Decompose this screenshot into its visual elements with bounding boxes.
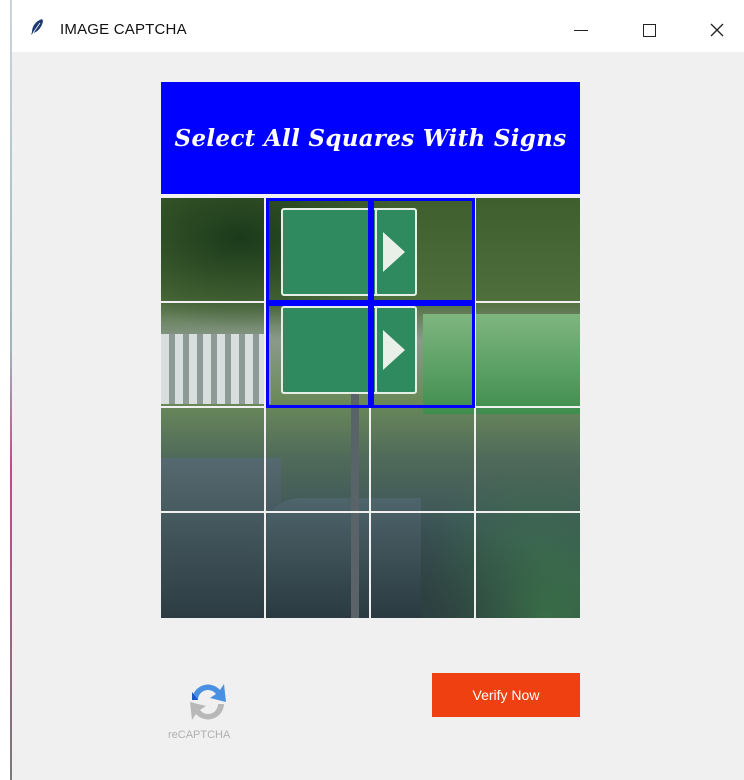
minimize-icon [574, 29, 588, 31]
captcha-tile-r2-c1[interactable] [266, 408, 371, 513]
minimize-button[interactable] [558, 8, 604, 52]
captcha-tile-r2-c3[interactable] [475, 408, 580, 513]
captcha-tile-r1-c0[interactable] [161, 303, 266, 408]
captcha-tile-r1-c1[interactable] [265, 303, 371, 408]
captcha-tile-r3-c1[interactable] [266, 513, 371, 618]
maximize-icon [642, 23, 656, 37]
captcha-tile-r0-c0[interactable] [161, 198, 266, 303]
instruction-banner: Select All Squares With Signs [161, 82, 580, 194]
verify-now-button[interactable]: Verify Now [432, 673, 580, 717]
captcha-tile-r2-c2[interactable] [371, 408, 476, 513]
feather-icon [31, 19, 43, 35]
captcha-tile-r1-c3[interactable] [475, 303, 580, 408]
captcha-tile-r3-c0[interactable] [161, 513, 266, 618]
captcha-tile-r3-c2[interactable] [371, 513, 476, 618]
captcha-tile-r0-c1[interactable] [265, 198, 371, 303]
captcha-window: IMAGE CAPTCHA Select All Squares With Si… [12, 0, 744, 780]
captcha-tile-r0-c3[interactable] [475, 198, 580, 303]
close-icon [710, 23, 724, 37]
title-bar: IMAGE CAPTCHA [12, 0, 744, 52]
captcha-tile-r2-c0[interactable] [161, 408, 266, 513]
maximize-button[interactable] [626, 8, 672, 52]
instruction-text: Select All Squares With Signs [174, 124, 567, 152]
recaptcha-icon [190, 684, 226, 720]
close-button[interactable] [694, 8, 740, 52]
captcha-tile-r3-c3[interactable] [475, 513, 580, 618]
captcha-image-grid [161, 198, 580, 618]
window-left-edge [0, 0, 12, 780]
captcha-tile-r1-c2[interactable] [370, 303, 476, 408]
captcha-tile-r0-c2[interactable] [370, 198, 476, 303]
window-title: IMAGE CAPTCHA [60, 21, 187, 38]
recaptcha-label: reCAPTCHA [168, 729, 231, 741]
